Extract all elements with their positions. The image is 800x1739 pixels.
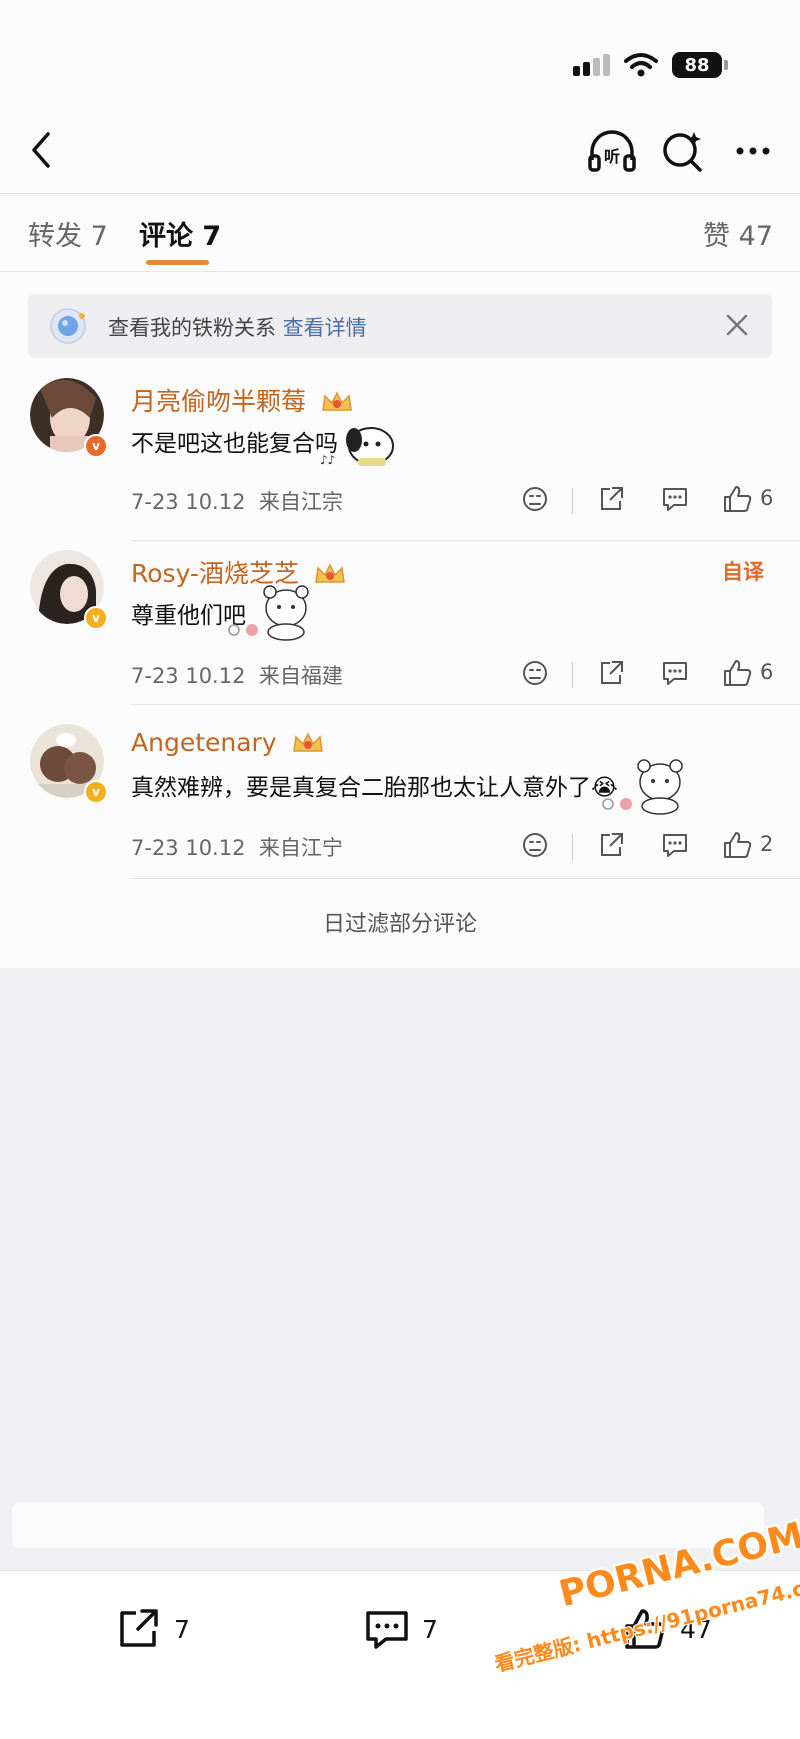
username-text[interactable]: Angetenary xyxy=(131,728,277,757)
tabs-divider xyxy=(0,271,800,272)
navigation-bar: 听 xyxy=(0,118,800,182)
comment-divider xyxy=(131,878,800,879)
sticker-bear-icon xyxy=(602,759,683,815)
comment-meta: 7-23 10.12 来自江宗 xyxy=(131,486,343,516)
svg-text:♪♪: ♪♪ xyxy=(320,453,335,467)
active-tab-indicator xyxy=(146,260,209,265)
repost-count: 7 xyxy=(174,1614,190,1644)
comment-text: 真然难辨，要是真复合二胎那也太让人意外了😭 xyxy=(131,775,618,801)
more-options-icon[interactable] xyxy=(728,128,778,174)
dislike-face-icon[interactable] xyxy=(520,658,550,688)
svg-text:听: 听 xyxy=(604,147,620,166)
comment-date: 7-23 10.12 xyxy=(131,836,246,860)
tab-comments[interactable]: 评论 7 xyxy=(139,214,221,253)
share-icon[interactable] xyxy=(596,658,626,688)
comment-actions: 2 xyxy=(520,830,790,864)
like-count: 2 xyxy=(760,832,774,856)
sticker-bear-icon xyxy=(228,585,309,641)
comment-location: 来自江宁 xyxy=(258,836,343,860)
repost-button[interactable]: 7 xyxy=(116,1607,190,1651)
tab-repost[interactable]: 转发 7 xyxy=(28,214,108,253)
comment-actions: 6 xyxy=(520,658,790,692)
share-icon[interactable] xyxy=(596,484,626,514)
comment-button[interactable]: 7 xyxy=(364,1607,438,1651)
cellular-signal-icon xyxy=(573,54,610,76)
reply-icon[interactable] xyxy=(660,830,690,860)
action-separator xyxy=(572,834,573,860)
comment-location: 来自江宗 xyxy=(258,490,343,514)
dislike-face-icon[interactable] xyxy=(520,484,550,514)
crown-badge-icon xyxy=(322,391,352,411)
reply-icon[interactable] xyxy=(660,658,690,688)
filtered-comments-note[interactable]: 日过滤部分评论 xyxy=(0,906,800,938)
reply-icon[interactable] xyxy=(660,484,690,514)
action-separator xyxy=(572,662,573,688)
comment-meta: 7-23 10.12 来自福建 xyxy=(131,660,343,690)
verified-badge-icon: v xyxy=(84,606,108,630)
comment-divider xyxy=(131,704,800,705)
wifi-icon xyxy=(624,53,658,77)
nav-divider xyxy=(0,193,800,194)
share-icon[interactable] xyxy=(596,830,626,860)
comment-icon xyxy=(366,1611,408,1649)
username-text[interactable]: 月亮偷吻半颗莓 xyxy=(131,387,306,416)
comment-username[interactable]: 月亮偷吻半颗莓 xyxy=(131,382,354,418)
sticker-pochacco-icon: ♪♪ xyxy=(320,427,394,467)
author-tag: 自译 xyxy=(722,560,764,584)
comment-text: 不是吧这也能复合吗 xyxy=(131,431,338,457)
fan-badge-icon xyxy=(50,308,86,344)
headphones-listen-icon[interactable]: 听 xyxy=(586,128,638,174)
fan-relation-banner[interactable]: 查看我的铁粉关系 查看详情 xyxy=(28,294,772,358)
comment-meta: 7-23 10.12 来自江宁 xyxy=(131,832,343,862)
dislike-face-icon[interactable] xyxy=(520,830,550,860)
comment-location: 来自福建 xyxy=(258,664,343,688)
comment-actions: 6 xyxy=(520,484,790,518)
battery-indicator: 88 xyxy=(672,52,728,78)
crown-badge-icon xyxy=(292,732,323,752)
like-count: 6 xyxy=(760,660,774,684)
thumbs-up-icon[interactable] xyxy=(722,658,754,688)
thumbs-up-icon[interactable] xyxy=(722,830,754,860)
action-separator xyxy=(572,488,573,514)
thumbs-up-icon[interactable] xyxy=(722,484,754,514)
verified-badge-icon: v xyxy=(84,434,108,458)
ai-search-icon[interactable] xyxy=(658,128,708,174)
close-icon[interactable] xyxy=(722,310,752,340)
comment-date: 7-23 10.12 xyxy=(131,490,246,514)
tab-likes[interactable]: 赞 47 xyxy=(703,214,773,253)
repost-icon xyxy=(120,1609,158,1647)
comment-username[interactable]: Angetenary xyxy=(131,728,325,757)
banner-label: 查看我的铁粉关系 xyxy=(108,316,276,340)
back-arrow-icon[interactable] xyxy=(24,128,64,172)
verified-badge-icon: v xyxy=(84,780,108,804)
crown-badge-icon xyxy=(315,563,345,583)
banner-text: 查看我的铁粉关系 查看详情 xyxy=(108,312,367,342)
view-details-link[interactable]: 查看详情 xyxy=(283,316,367,340)
comment-date: 7-23 10.12 xyxy=(131,664,246,688)
comment-count: 7 xyxy=(422,1614,438,1644)
comment-divider xyxy=(131,540,800,541)
like-count: 6 xyxy=(760,486,774,510)
status-bar: 88 xyxy=(573,52,728,78)
tab-bar: 转发 7 评论 7 赞 47 xyxy=(0,210,800,270)
